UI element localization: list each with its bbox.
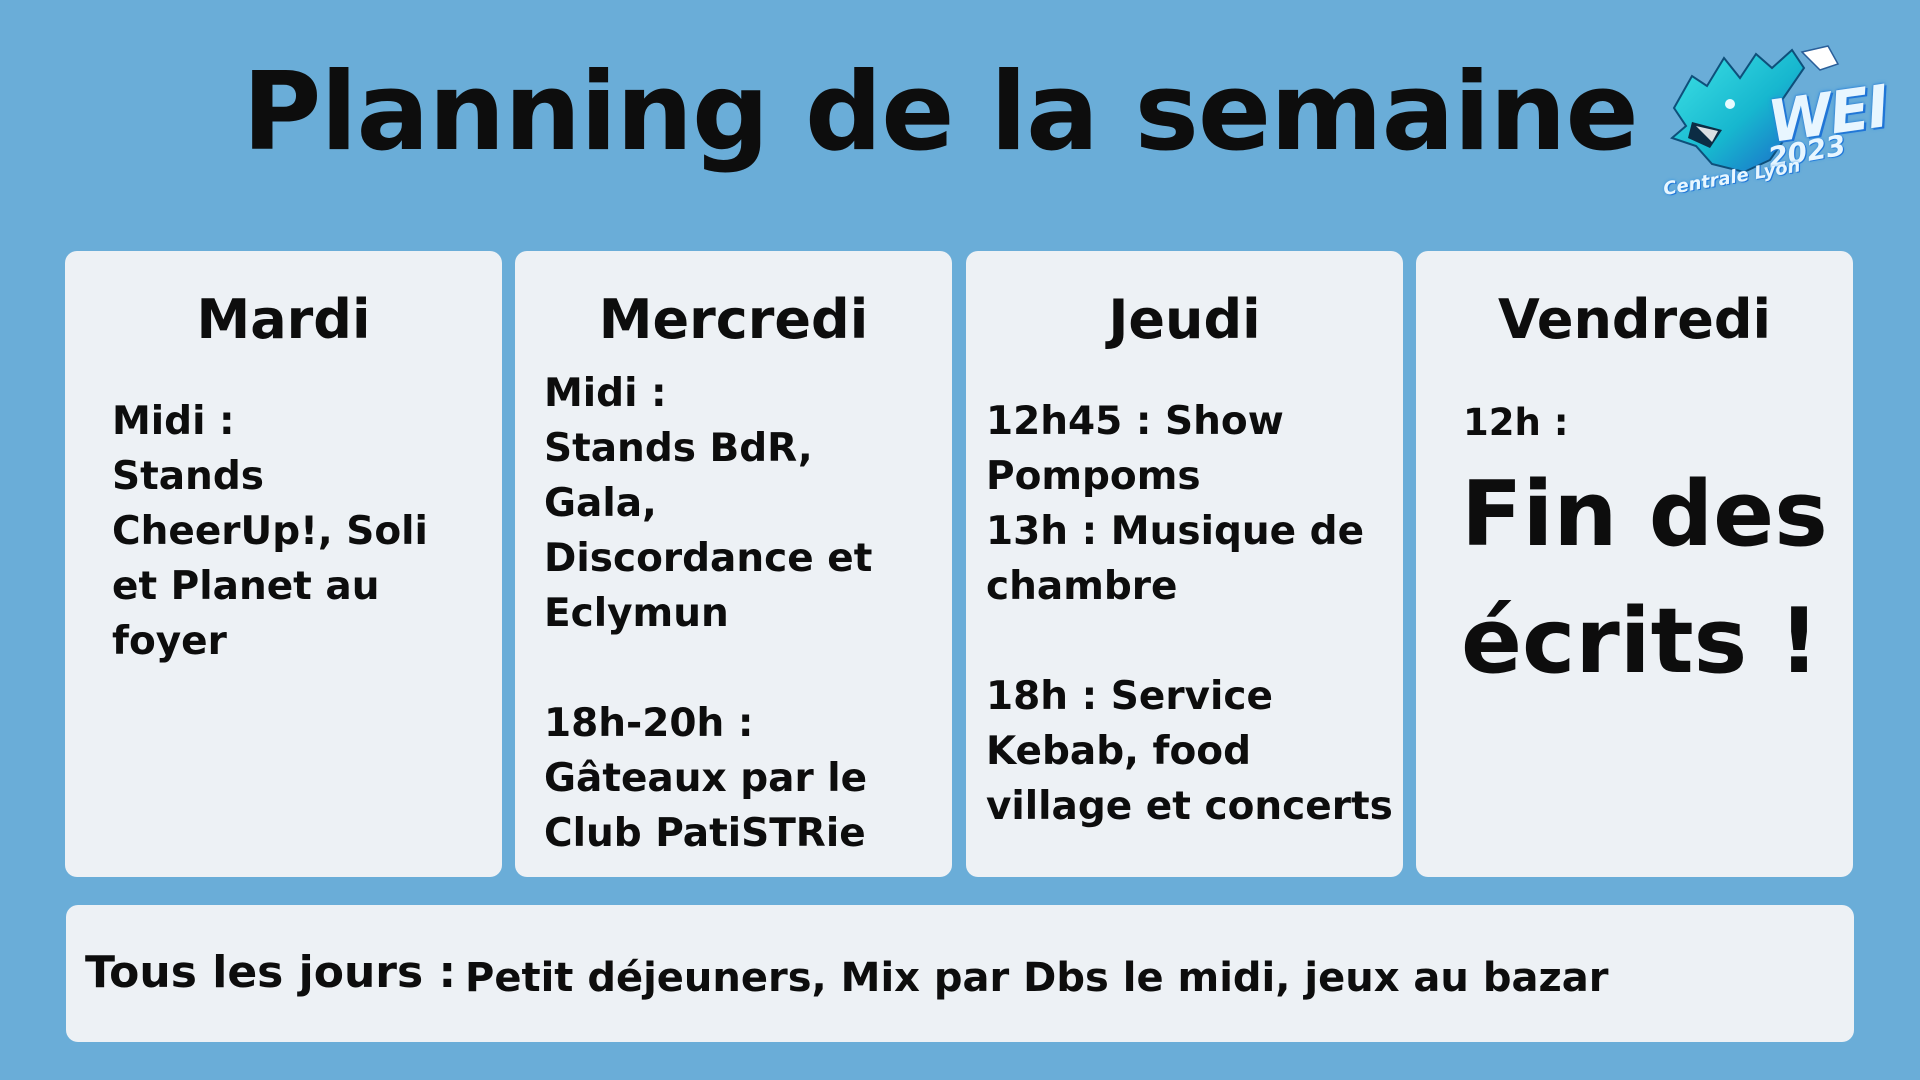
day-title: Vendredi	[1498, 288, 1771, 351]
day-card-mercredi: Mercredi Midi : Stands BdR, Gala, Discor…	[515, 251, 952, 877]
slide: Planning de la semaine WEI 2023 Centrale…	[0, 0, 1920, 1080]
everyday-banner: Tous les jours : Petit déjeuners, Mix pa…	[66, 905, 1854, 1042]
day-title: Mercredi	[598, 288, 869, 351]
day-card-mardi: Mardi Midi : Stands CheerUp!, Soli et Pl…	[65, 251, 502, 877]
everyday-label: Tous les jours :	[85, 947, 457, 998]
day-card-jeudi: Jeudi 12h45 : Show Pompoms 13h : Musique…	[966, 251, 1403, 877]
page-title: Planning de la semaine	[242, 50, 1638, 175]
day-highlight: Fin des écrits !	[1461, 462, 1828, 694]
day-time: 12h :	[1463, 401, 1569, 444]
day-schedule: Midi : Stands BdR, Gala, Discordance et …	[544, 371, 873, 856]
day-schedule: 12h45 : Show Pompoms 13h : Musique de ch…	[986, 399, 1393, 829]
wolf-logo: WEI 2023 Centrale Lyon	[1652, 38, 1891, 208]
day-title: Mardi	[196, 288, 371, 351]
everyday-text: Petit déjeuners, Mix par Dbs le midi, je…	[465, 955, 1609, 1001]
day-card-vendredi: Vendredi 12h : Fin des écrits !	[1416, 251, 1853, 877]
day-title: Jeudi	[1108, 288, 1261, 351]
day-schedule: Midi : Stands CheerUp!, Soli et Planet a…	[112, 399, 428, 664]
